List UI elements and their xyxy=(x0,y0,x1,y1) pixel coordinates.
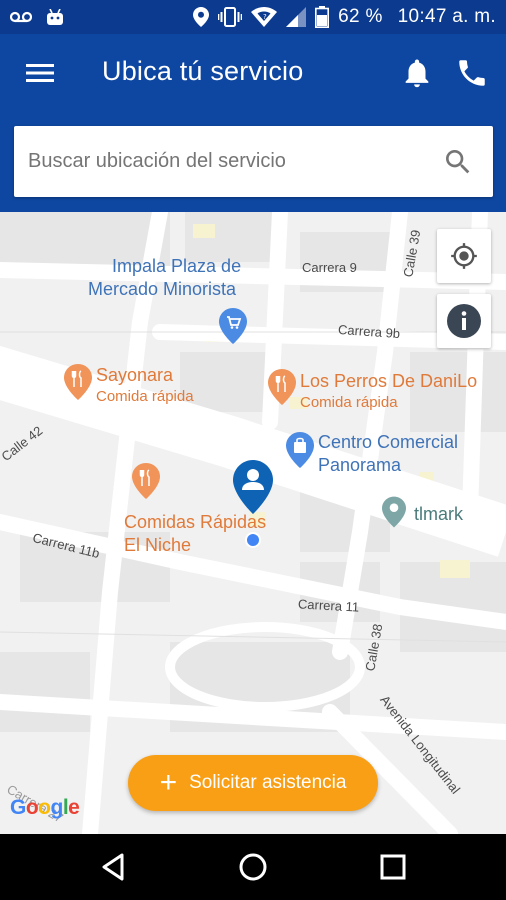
menu-button[interactable] xyxy=(22,58,58,88)
phone-icon xyxy=(459,60,485,86)
plus-icon: + xyxy=(159,766,178,799)
poi-niche-line2: El Niche xyxy=(124,535,192,555)
wifi-icon: ? xyxy=(251,7,278,27)
svg-text:?: ? xyxy=(263,13,267,21)
battery-percent: 62 % xyxy=(338,6,383,27)
search-input[interactable] xyxy=(28,126,428,197)
home-icon[interactable] xyxy=(237,851,269,883)
location-icon xyxy=(193,7,210,27)
navigation-bar xyxy=(0,834,506,900)
shopping-cart-icon[interactable] xyxy=(219,308,247,344)
poi-tlmark-name: tlmark xyxy=(414,504,463,524)
voicemail-icon xyxy=(10,11,32,23)
crosshair-icon xyxy=(451,243,477,269)
search-icon[interactable] xyxy=(442,146,474,178)
search-box xyxy=(14,126,493,197)
poi-perros-name: Los Perros De DaniLo xyxy=(300,371,478,391)
bell-icon xyxy=(405,59,429,88)
notifications-button[interactable] xyxy=(400,56,434,90)
poi-panorama-line1: Centro Comercial xyxy=(318,432,459,452)
google-logo: Google xyxy=(10,796,80,819)
info-icon xyxy=(447,304,481,338)
request-assistance-label: Solicitar asistencia xyxy=(189,772,347,793)
status-bar: ? 62 % 10:47 a. m. xyxy=(0,0,506,34)
call-button[interactable] xyxy=(455,56,489,90)
menu-icon xyxy=(26,64,54,82)
vibrate-icon xyxy=(218,7,243,27)
back-icon[interactable] xyxy=(98,851,130,883)
signal-icon xyxy=(286,7,307,27)
app-bar: Ubica tú servicio xyxy=(0,34,506,212)
restaurant-pin-icon[interactable] xyxy=(132,463,160,499)
shopping-bag-icon[interactable] xyxy=(286,432,314,468)
page-title: Ubica tú servicio xyxy=(102,56,304,86)
recents-icon[interactable] xyxy=(377,851,409,883)
request-assistance-button[interactable]: + Solicitar asistencia xyxy=(128,755,378,811)
battery-icon xyxy=(315,6,330,28)
poi-impala-line2: Mercado Minorista xyxy=(88,279,237,299)
poi-panorama-line2: Panorama xyxy=(318,455,402,475)
status-time: 10:47 a. m. xyxy=(397,6,496,27)
user-location-marker-icon[interactable] xyxy=(233,460,273,514)
restaurant-pin-icon[interactable] xyxy=(268,369,296,405)
place-pin-icon[interactable] xyxy=(382,496,406,528)
restaurant-pin-icon[interactable] xyxy=(64,364,92,400)
street-label: Carrera 9 xyxy=(302,260,357,275)
info-button[interactable] xyxy=(437,294,491,348)
poi-sayonara-name: Sayonara xyxy=(96,365,174,385)
my-location-button[interactable] xyxy=(437,229,491,283)
poi-sayonara-category: Comida rápida xyxy=(96,388,194,405)
map[interactable]: Impala Plaza de Mercado Minorista Sayona… xyxy=(0,212,506,834)
poi-perros-category: Comida rápida xyxy=(300,394,398,411)
android-icon xyxy=(47,9,63,25)
poi-impala-line1: Impala Plaza de xyxy=(112,256,242,276)
poi-niche-line1: Comidas Rápidas xyxy=(124,512,267,532)
street-label: Carrera 11 xyxy=(297,596,360,615)
